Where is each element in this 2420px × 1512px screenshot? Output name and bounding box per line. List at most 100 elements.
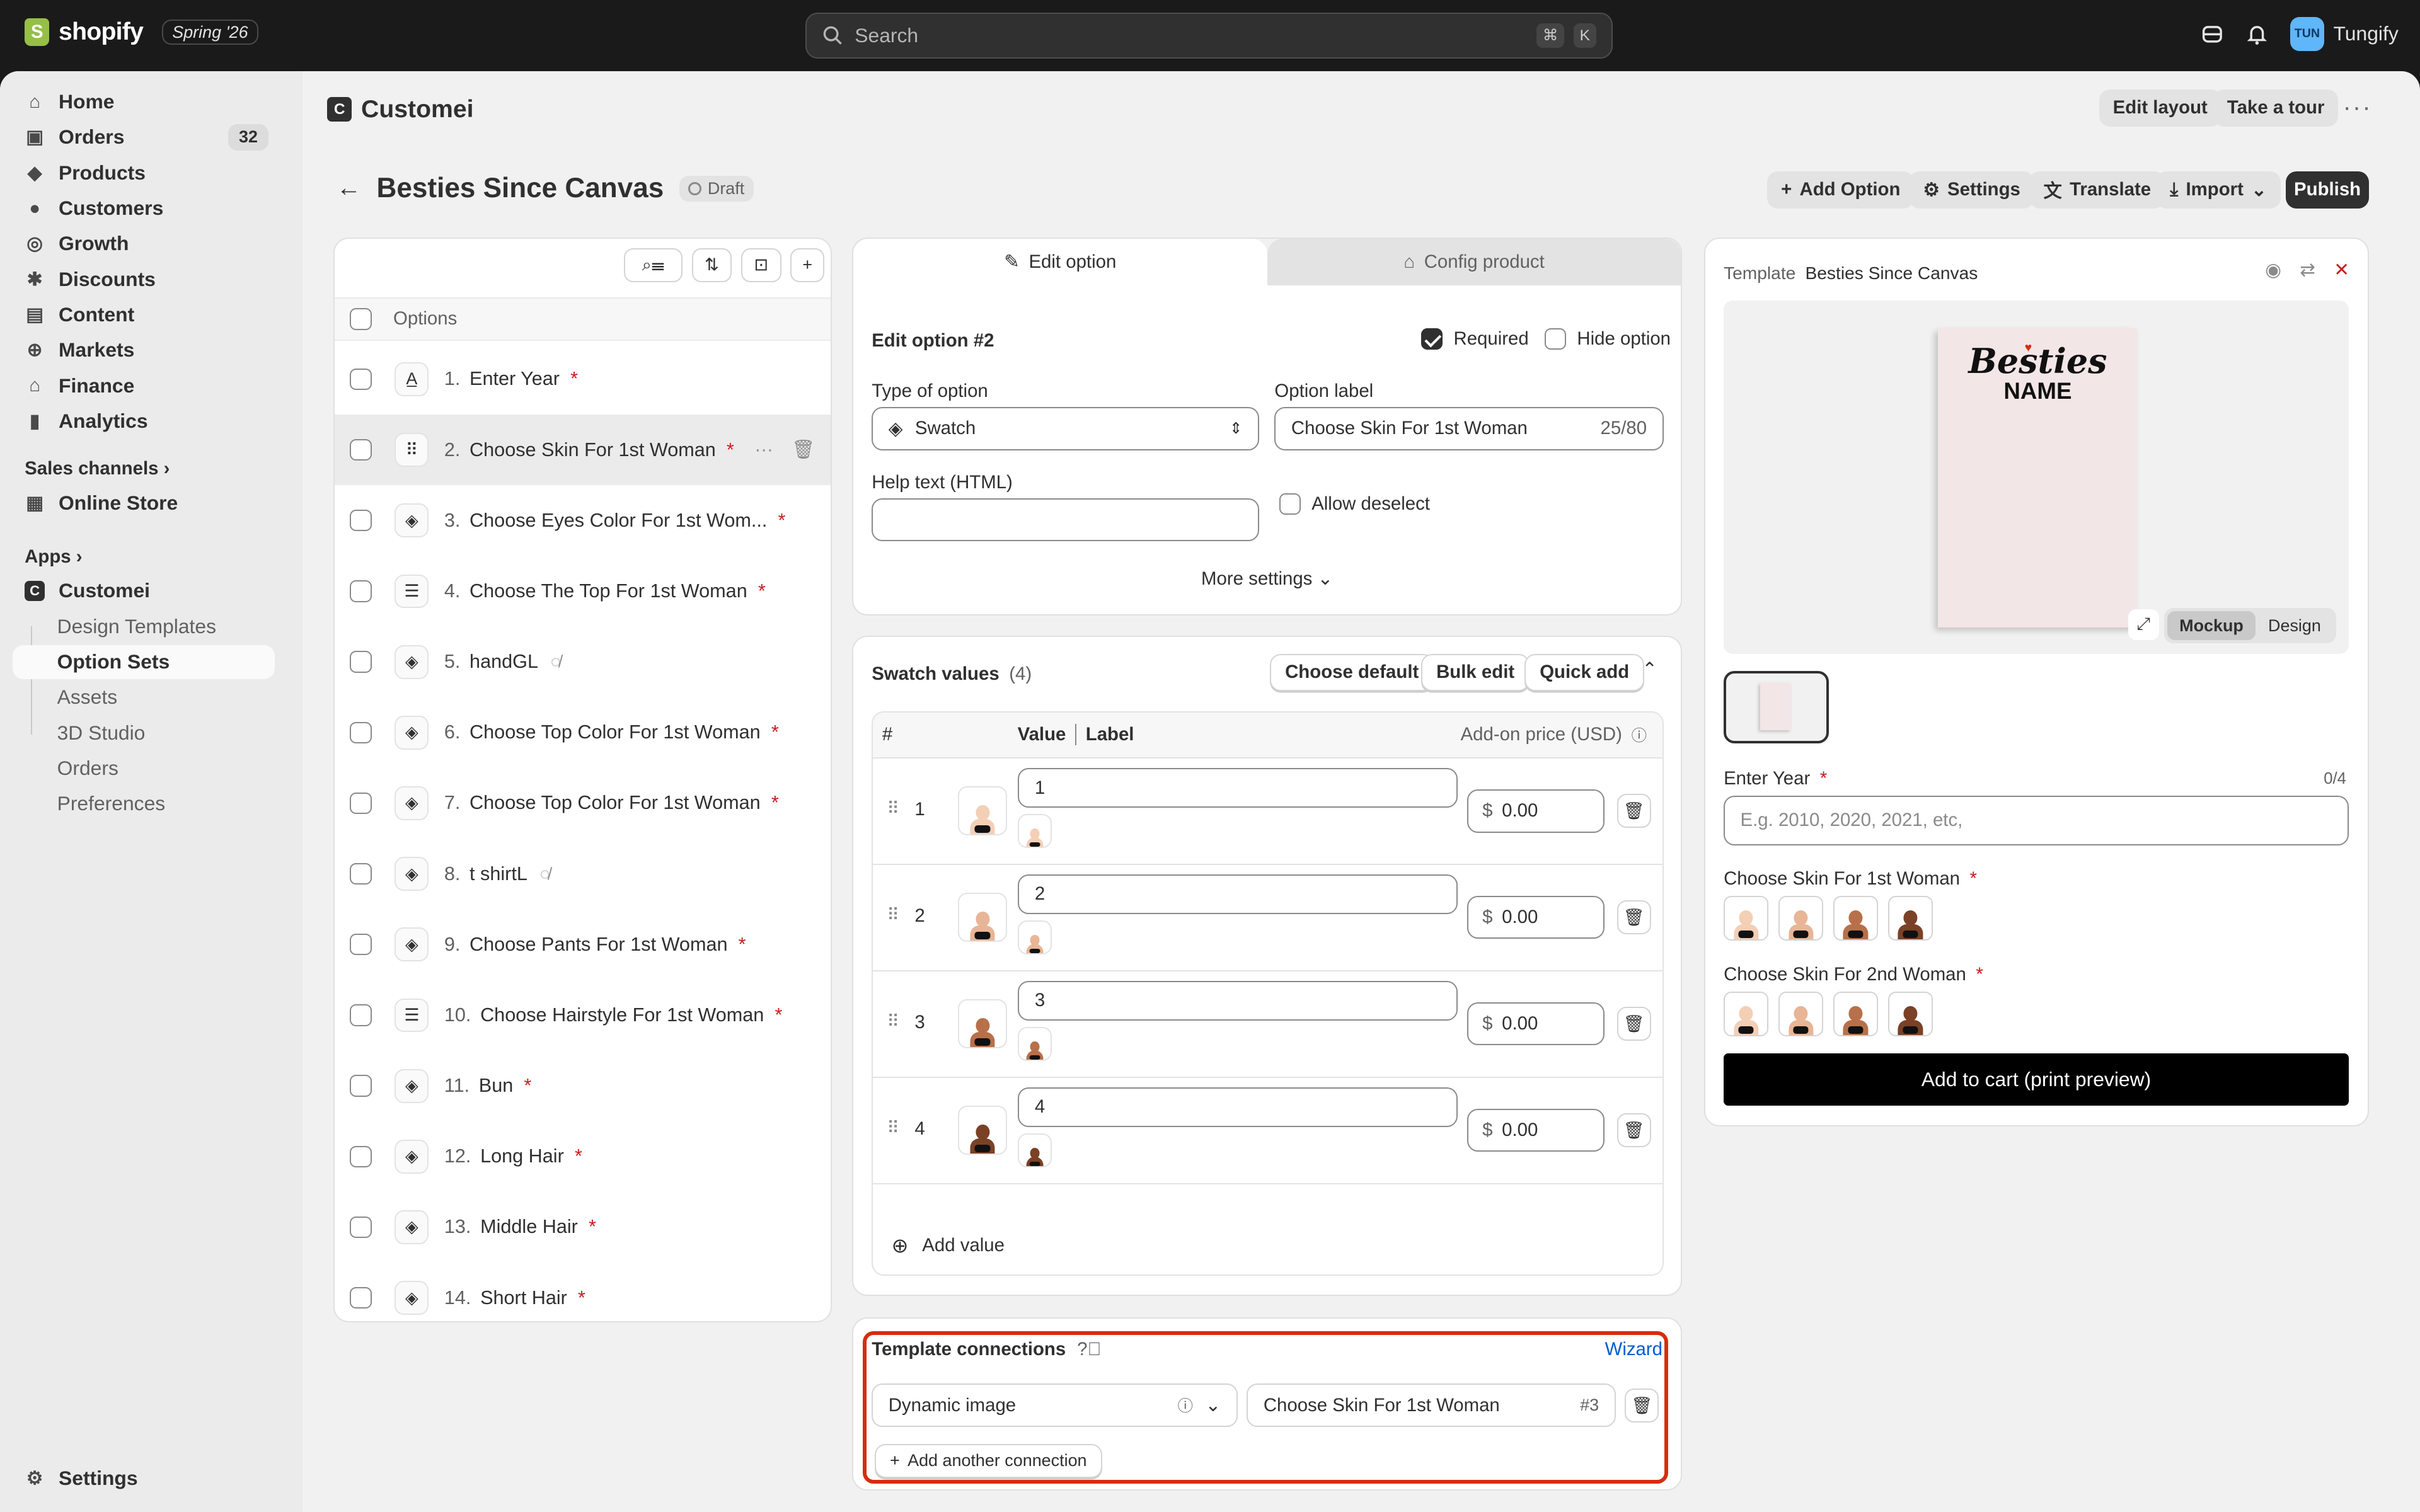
- drag-handle-icon[interactable]: ⠿: [887, 905, 899, 925]
- delete-swatch-button[interactable]: 🗑: [1616, 900, 1651, 935]
- drag-handle-icon[interactable]: ⠿: [887, 1118, 899, 1138]
- drag-handle-icon[interactable]: ⠿: [887, 799, 899, 818]
- swap-icon[interactable]: ⇄: [2300, 259, 2315, 281]
- skin-swatch-option[interactable]: [1887, 896, 1933, 941]
- add-option-button[interactable]: + Add Option: [1767, 171, 1915, 209]
- hide-option-toggle[interactable]: Hide option: [1544, 328, 1671, 350]
- option-row[interactable]: ◈ 14. Short Hair *: [335, 1263, 831, 1321]
- import-button[interactable]: ⤓ Import ⌄: [2156, 171, 2281, 209]
- bell-icon[interactable]: [2245, 23, 2269, 46]
- connection-target-select[interactable]: Choose Skin For 1st Woman #3: [1247, 1383, 1616, 1427]
- shopify-logo[interactable]: S shopify Spring '26: [25, 18, 259, 47]
- wizard-link[interactable]: Wizard: [1605, 1339, 1662, 1360]
- option-row[interactable]: ☰ 4. Choose The Top For 1st Woman *: [335, 556, 831, 627]
- delete-connection-button[interactable]: 🗑: [1625, 1388, 1659, 1423]
- sidebar-item-discounts[interactable]: ✱ Discounts: [13, 262, 275, 296]
- select-all-checkbox[interactable]: [350, 308, 372, 330]
- connection-type-select[interactable]: Dynamic image ⓘ ⌄: [872, 1383, 1238, 1427]
- swatch-value-input[interactable]: 2: [1018, 874, 1458, 915]
- option-row[interactable]: ◈ 7. Choose Top Color For 1st Woman *: [335, 768, 831, 839]
- option-row[interactable]: ◈ 8. t shirtL ◌̸: [335, 839, 831, 910]
- settings-button[interactable]: ⚙ Settings: [1909, 171, 2034, 209]
- more-icon[interactable]: ···: [754, 439, 773, 461]
- hide-option-checkbox[interactable]: [1544, 328, 1567, 350]
- sidebar-item-option-sets[interactable]: Option Sets: [12, 644, 275, 679]
- sidebar-item-finance[interactable]: ⌂ Finance: [13, 369, 275, 403]
- add-button[interactable]: +: [790, 248, 825, 282]
- option-row[interactable]: A̲ 1. Enter Year *: [335, 344, 831, 415]
- skin-swatch-option[interactable]: [1724, 992, 1769, 1037]
- sidebar-item-assets[interactable]: Assets: [13, 680, 275, 714]
- more-settings-button[interactable]: More settings ⌄: [853, 568, 1681, 590]
- sidebar-item-settings[interactable]: ⚙ Settings: [13, 1461, 275, 1495]
- sidebar-item-analytics[interactable]: ▮ Analytics: [13, 404, 275, 438]
- swatch-image[interactable]: [957, 999, 1008, 1049]
- sidebar-item-customers[interactable]: ● Customers: [13, 192, 275, 226]
- choose-default-button[interactable]: Choose default: [1270, 653, 1434, 691]
- row-checkbox[interactable]: [350, 1286, 372, 1309]
- option-label-input[interactable]: Choose Skin For 1st Woman 25/80: [1274, 407, 1664, 450]
- add-value-button[interactable]: ⊕ Add value: [892, 1234, 1005, 1257]
- delete-swatch-button[interactable]: 🗑: [1616, 1113, 1651, 1148]
- sidebar-item-preferences[interactable]: Preferences: [13, 787, 275, 821]
- translate-button[interactable]: 文 Translate: [2029, 171, 2165, 209]
- store-icon[interactable]: [2201, 23, 2224, 46]
- option-row[interactable]: ◈ 9. Choose Pants For 1st Woman *: [335, 909, 831, 980]
- row-checkbox[interactable]: [350, 510, 372, 532]
- collapse-chevron-icon[interactable]: ⌃: [1642, 658, 1657, 680]
- row-checkbox[interactable]: [350, 862, 372, 885]
- thumbnail-selected[interactable]: [1724, 670, 1829, 743]
- bulk-edit-button[interactable]: Bulk edit: [1421, 653, 1530, 691]
- row-checkbox[interactable]: [350, 368, 372, 391]
- row-checkbox[interactable]: [350, 651, 372, 673]
- skin-swatch-option[interactable]: [1887, 992, 1933, 1037]
- option-row[interactable]: ◈ 13. Middle Hair *: [335, 1192, 831, 1263]
- help-icon[interactable]: ?⃝: [1077, 1339, 1101, 1360]
- row-checkbox[interactable]: [350, 438, 372, 461]
- sales-channels-header[interactable]: Sales channels ›: [25, 458, 170, 479]
- sidebar-item-orders[interactable]: ▣ Orders 32: [13, 120, 275, 154]
- sidebar-item-home[interactable]: ⌂ Home: [13, 85, 275, 119]
- addon-price-input[interactable]: $0.00: [1467, 895, 1605, 939]
- swatch-label-thumbnail[interactable]: [1018, 920, 1052, 954]
- publish-button[interactable]: Publish: [2285, 171, 2370, 209]
- swatch-value-input[interactable]: 4: [1018, 1087, 1458, 1128]
- swatch-image[interactable]: [957, 1106, 1008, 1155]
- delete-swatch-button[interactable]: 🗑: [1616, 1007, 1651, 1041]
- drag-handle-icon[interactable]: ⠿: [887, 1012, 899, 1031]
- take-tour-button[interactable]: Take a tour: [2213, 89, 2339, 127]
- option-row[interactable]: ◈ 11. Bun *: [335, 1050, 831, 1121]
- sort-button[interactable]: ⇅: [691, 248, 732, 282]
- quick-add-button[interactable]: Quick add: [1524, 653, 1645, 691]
- add-to-cart-button[interactable]: Add to cart (print preview): [1724, 1053, 2349, 1106]
- more-actions-icon[interactable]: ···: [2343, 94, 2372, 122]
- option-row[interactable]: ◈ 5. handGL ◌̸: [335, 626, 831, 697]
- sidebar-item-customei[interactable]: C Customei: [13, 574, 275, 608]
- sidebar-item-app-orders[interactable]: Orders: [13, 752, 275, 786]
- sidebar-item-content[interactable]: ▤ Content: [13, 298, 275, 332]
- sidebar-item-products[interactable]: ◆ Products: [13, 156, 275, 190]
- row-checkbox[interactable]: [350, 1216, 372, 1239]
- row-checkbox[interactable]: [350, 1004, 372, 1026]
- sidebar-item-growth[interactable]: ◎ Growth: [13, 227, 275, 261]
- skin-swatch-option[interactable]: [1833, 896, 1878, 941]
- global-search[interactable]: Search ⌘ K: [805, 12, 1613, 59]
- swatch-value-input[interactable]: 3: [1018, 980, 1458, 1021]
- sidebar-item-online-store[interactable]: ▦ Online Store: [13, 486, 275, 520]
- required-toggle[interactable]: Required: [1421, 328, 1529, 350]
- expand-icon[interactable]: ⤢: [2128, 609, 2159, 640]
- required-checkbox[interactable]: [1421, 328, 1443, 350]
- swatch-label-thumbnail[interactable]: [1018, 1133, 1052, 1167]
- row-checkbox[interactable]: [350, 1145, 372, 1167]
- help-text-input[interactable]: [872, 498, 1259, 542]
- allow-deselect-toggle[interactable]: Allow deselect: [1279, 493, 1430, 515]
- trash-icon[interactable]: 🗑: [792, 439, 815, 461]
- row-checkbox[interactable]: [350, 792, 372, 815]
- row-checkbox[interactable]: [350, 580, 372, 602]
- close-icon[interactable]: ✕: [2334, 259, 2349, 281]
- addon-price-input[interactable]: $0.00: [1467, 1002, 1605, 1046]
- swatch-label-thumbnail[interactable]: [1018, 814, 1052, 849]
- mockup-tab[interactable]: Mockup: [2167, 611, 2256, 640]
- skin-swatch-option[interactable]: [1778, 896, 1824, 941]
- addon-price-input[interactable]: $0.00: [1467, 1108, 1605, 1152]
